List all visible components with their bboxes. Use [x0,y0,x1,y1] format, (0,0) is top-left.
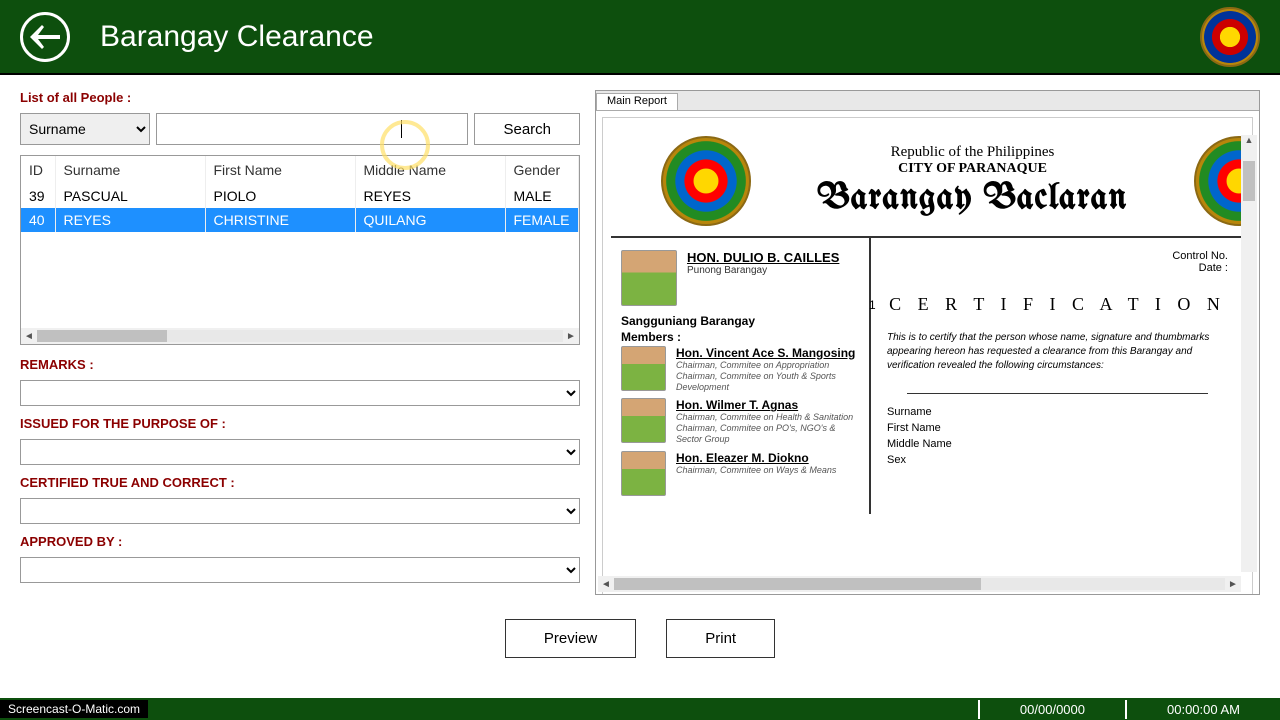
cell-gender: FEMALE [505,208,579,232]
barangay-name: Barangay Baclaran [751,181,1194,218]
app-header: Barangay Clearance [0,0,1280,75]
council-label: Sangguniang Barangay [621,314,859,328]
tab-strip: Main Report [596,91,1259,111]
status-bar: Screencast-O-Matic.com 00/00/0000 00:00:… [0,698,1280,720]
col-middle: Middle Name [355,156,505,184]
scroll-thumb[interactable] [614,578,981,590]
certified-dropdown[interactable] [20,498,580,524]
member-row: Hon. Wilmer T. AgnasChairman, Commitee o… [621,398,859,444]
col-surname: Surname [55,156,205,184]
grid-header-row: ID Surname First Name Middle Name Gender [21,156,579,184]
col-first: First Name [205,156,355,184]
purpose-dropdown[interactable] [20,439,580,465]
cell-surname: PASCUAL [55,184,205,208]
member-desc: Chairman, Commitee on AppropriationChair… [676,360,859,392]
footer-date: 00/00/0000 [978,700,1125,719]
left-panel: List of all People : Surname Search ID S… [20,90,580,595]
scroll-thumb[interactable] [1243,161,1255,201]
member-desc: Chairman, Commitee on Ways & Means [676,465,836,476]
chairman-name: HON. DULIO B. CAILLES [687,250,839,265]
official-photo [621,398,666,443]
report-h-scrollbar[interactable]: ◄ ► [598,576,1241,592]
search-input[interactable] [156,113,468,145]
field-sex: Sex [887,454,1228,466]
approved-label: APPROVED BY : [20,534,580,549]
cell-first: CHRISTINE [205,208,355,232]
search-by-dropdown[interactable]: Surname [20,113,150,145]
member-name: Hon. Vincent Ace S. Mangosing [676,346,859,360]
tab-main-report[interactable]: Main Report [596,93,678,110]
barangay-seal-icon [661,136,751,226]
chairman-title: Punong Barangay [687,265,839,276]
member-name: Hon. Wilmer T. Agnas [676,398,859,412]
table-row[interactable]: 40REYESCHRISTINEQUILANGFEMALE [21,208,579,232]
field-first: First Name [887,422,1228,434]
control-no-label: Control No. [887,250,1228,262]
print-button[interactable]: Print [666,619,775,658]
official-photo [621,451,666,496]
certification-title: C E R T I F I C A T I O N [887,294,1228,315]
action-buttons: Preview Print [0,605,1280,672]
page-number: 1 [869,298,876,312]
cell-first: PIOLO [205,184,355,208]
date-label: Date : [887,262,1228,274]
officials-sidebar: HON. DULIO B. CAILLES Punong Barangay Sa… [611,238,871,514]
search-button[interactable]: Search [474,113,580,145]
scroll-left-icon[interactable]: ◄ [21,328,37,344]
search-row: Surname Search [20,113,580,145]
scroll-left-icon[interactable]: ◄ [598,576,614,592]
city-line: CITY OF PARANAQUE [751,161,1194,177]
table-row[interactable]: 39PASCUALPIOLOREYESMALE [21,184,579,208]
cell-id: 39 [21,184,55,208]
watermark: Screencast-O-Matic.com [0,700,148,718]
field-list: Surname First Name Middle Name Sex [887,406,1228,466]
scroll-right-icon[interactable]: ► [1225,576,1241,592]
col-gender: Gender [505,156,579,184]
people-grid[interactable]: ID Surname First Name Middle Name Gender… [20,155,580,345]
members-label: Members : [621,330,859,344]
scroll-right-icon[interactable]: ► [563,328,579,344]
remarks-dropdown[interactable] [20,380,580,406]
member-name: Hon. Eleazer M. Diokno [676,451,836,465]
text-cursor [401,120,402,138]
certified-label: CERTIFIED TRUE AND CORRECT : [20,475,580,490]
member-desc: Chairman, Commitee on Health & Sanitatio… [676,412,859,444]
member-row: Hon. Eleazer M. DioknoChairman, Commitee… [621,451,859,496]
scroll-thumb[interactable] [37,330,167,342]
preview-button[interactable]: Preview [505,619,636,658]
approved-dropdown[interactable] [20,557,580,583]
arrow-left-icon [30,25,60,49]
report-v-scrollbar[interactable]: ▲ [1241,135,1257,572]
cell-middle: QUILANG [355,208,505,232]
field-middle: Middle Name [887,438,1228,450]
member-row: Hon. Vincent Ace S. MangosingChairman, C… [621,346,859,392]
cell-surname: REYES [55,208,205,232]
back-button[interactable] [20,12,70,62]
report-page: Republic of the Philippines CITY OF PARA… [602,117,1253,594]
field-surname: Surname [887,406,1228,418]
remarks-label: REMARKS : [20,357,580,372]
col-id: ID [21,156,55,184]
official-photo [621,346,666,391]
republic-line: Republic of the Philippines [751,144,1194,161]
list-label: List of all People : [20,90,580,105]
cell-middle: REYES [355,184,505,208]
grid-h-scrollbar[interactable]: ◄ ► [21,328,579,344]
official-photo [621,250,677,306]
purpose-label: ISSUED FOR THE PURPOSE OF : [20,416,580,431]
cell-gender: MALE [505,184,579,208]
report-viewer: Main Report Republic of the Philippines … [595,90,1260,595]
scroll-up-icon[interactable]: ▲ [1241,135,1257,145]
certification-body: This is to certify that the person whose… [887,331,1228,373]
footer-time: 00:00:00 AM [1125,700,1280,719]
cell-id: 40 [21,208,55,232]
page-title: Barangay Clearance [100,20,374,54]
city-seal-icon [1200,7,1260,67]
